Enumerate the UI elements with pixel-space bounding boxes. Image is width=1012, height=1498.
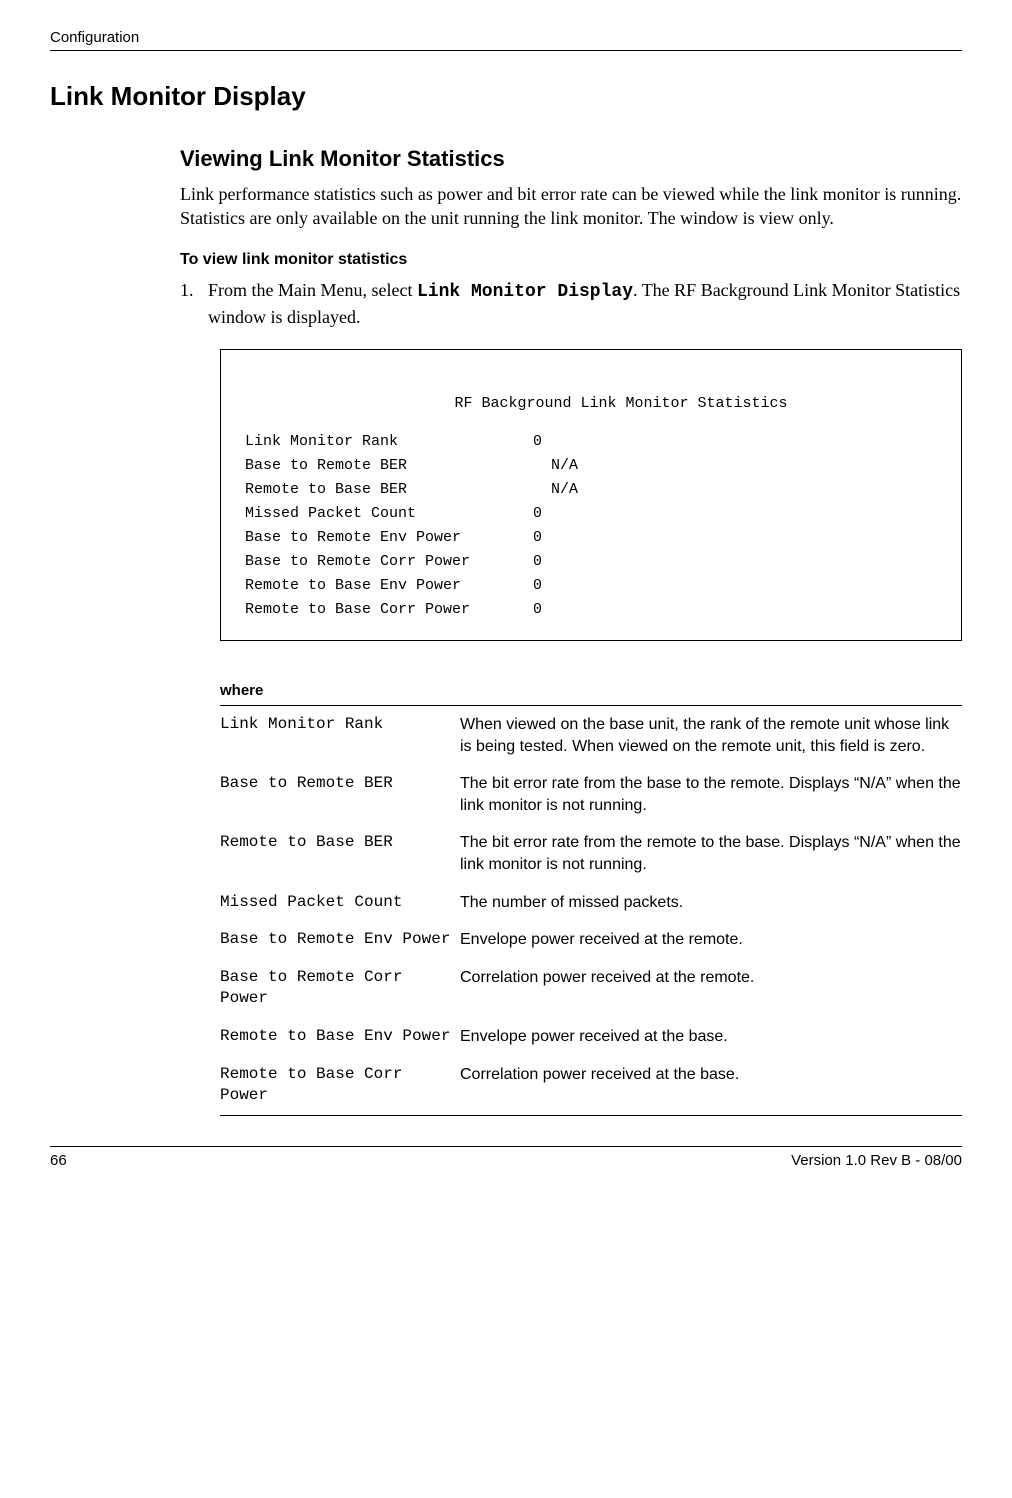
terminal-box-wrap: RF Background Link Monitor Statistics Lin… bbox=[220, 349, 962, 641]
step-code: Link Monitor Display bbox=[417, 282, 633, 302]
where-term: Remote to Base BER bbox=[220, 832, 460, 854]
heading-h2: Viewing Link Monitor Statistics bbox=[180, 144, 962, 174]
step-number: 1. bbox=[180, 278, 208, 329]
version-string: Version 1.0 Rev B - 08/00 bbox=[791, 1151, 962, 1171]
where-desc: Correlation power received at the remote… bbox=[460, 967, 962, 989]
where-desc: When viewed on the base unit, the rank o… bbox=[460, 714, 962, 757]
where-row: Missed Packet CountThe number of missed … bbox=[220, 884, 962, 922]
where-term: Remote to Base Corr Power bbox=[220, 1064, 460, 1107]
header-section: Configuration bbox=[50, 28, 962, 51]
terminal-title: RF Background Link Monitor Statistics bbox=[245, 392, 937, 416]
where-term: Base to Remote Env Power bbox=[220, 929, 460, 951]
where-row: Base to Remote BERThe bit error rate fro… bbox=[220, 765, 962, 824]
where-row: Link Monitor RankWhen viewed on the base… bbox=[220, 706, 962, 765]
page-title-h1: Link Monitor Display bbox=[50, 79, 962, 114]
page-number: 66 bbox=[50, 1151, 67, 1171]
where-desc: Envelope power received at the remote. bbox=[460, 929, 962, 951]
intro-paragraph: Link performance statistics such as powe… bbox=[180, 182, 962, 231]
where-term: Base to Remote Corr Power bbox=[220, 967, 460, 1010]
main-content: Viewing Link Monitor Statistics Link per… bbox=[180, 144, 962, 1115]
where-section: where Link Monitor RankWhen viewed on th… bbox=[220, 681, 962, 1116]
where-desc: The bit error rate from the remote to th… bbox=[460, 832, 962, 875]
step-text-a: From the Main Menu, select bbox=[208, 280, 417, 300]
where-desc: The number of missed packets. bbox=[460, 892, 962, 914]
where-desc: Correlation power received at the base. bbox=[460, 1064, 962, 1086]
heading-h3: To view link monitor statistics bbox=[180, 249, 962, 271]
where-term: Link Monitor Rank bbox=[220, 714, 460, 736]
where-desc: The bit error rate from the base to the … bbox=[460, 773, 962, 816]
where-desc: Envelope power received at the base. bbox=[460, 1026, 962, 1048]
where-table: Link Monitor RankWhen viewed on the base… bbox=[220, 705, 962, 1116]
page-footer: 66 Version 1.0 Rev B - 08/00 bbox=[50, 1146, 962, 1171]
where-term: Base to Remote BER bbox=[220, 773, 460, 795]
where-term: Remote to Base Env Power bbox=[220, 1026, 460, 1048]
terminal-box: RF Background Link Monitor Statistics Lin… bbox=[220, 349, 962, 641]
where-term: Missed Packet Count bbox=[220, 892, 460, 914]
where-label: where bbox=[220, 681, 962, 701]
where-row: Remote to Base Corr PowerCorrelation pow… bbox=[220, 1056, 962, 1115]
terminal-rows: Link Monitor Rank 0 Base to Remote BER N… bbox=[245, 430, 937, 622]
where-row: Base to Remote Corr PowerCorrelation pow… bbox=[220, 959, 962, 1018]
step-text: From the Main Menu, select Link Monitor … bbox=[208, 278, 962, 329]
where-row: Remote to Base BERThe bit error rate fro… bbox=[220, 824, 962, 883]
where-row: Remote to Base Env PowerEnvelope power r… bbox=[220, 1018, 962, 1056]
step-1: 1. From the Main Menu, select Link Monit… bbox=[180, 278, 962, 329]
where-row: Base to Remote Env PowerEnvelope power r… bbox=[220, 921, 962, 959]
